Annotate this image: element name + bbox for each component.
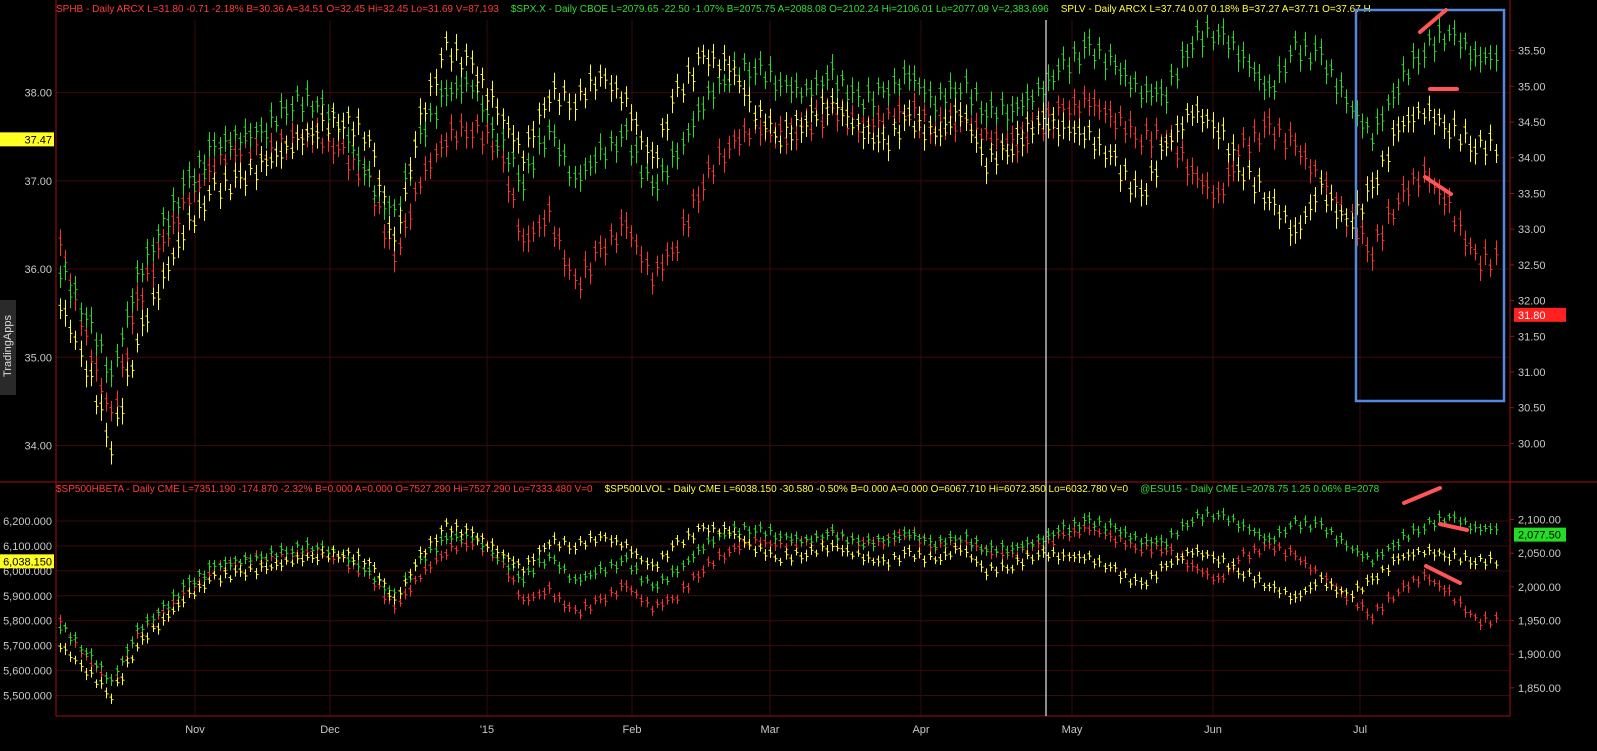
series-$SPX.X: [58, 14, 1499, 388]
series-SPHB: [58, 85, 1499, 422]
series-$SP500HBETA: [58, 522, 1499, 685]
ohlc-bars: [58, 14, 1499, 705]
series-SPLV: [58, 31, 1499, 465]
series-@ESU15: [58, 506, 1499, 687]
grid-lines: [56, 20, 1510, 716]
dual-panel-price-chart: Nov Dec '15 Feb Mar Apr May Jun Jul38.0037.0036.…: [0, 0, 1597, 736]
